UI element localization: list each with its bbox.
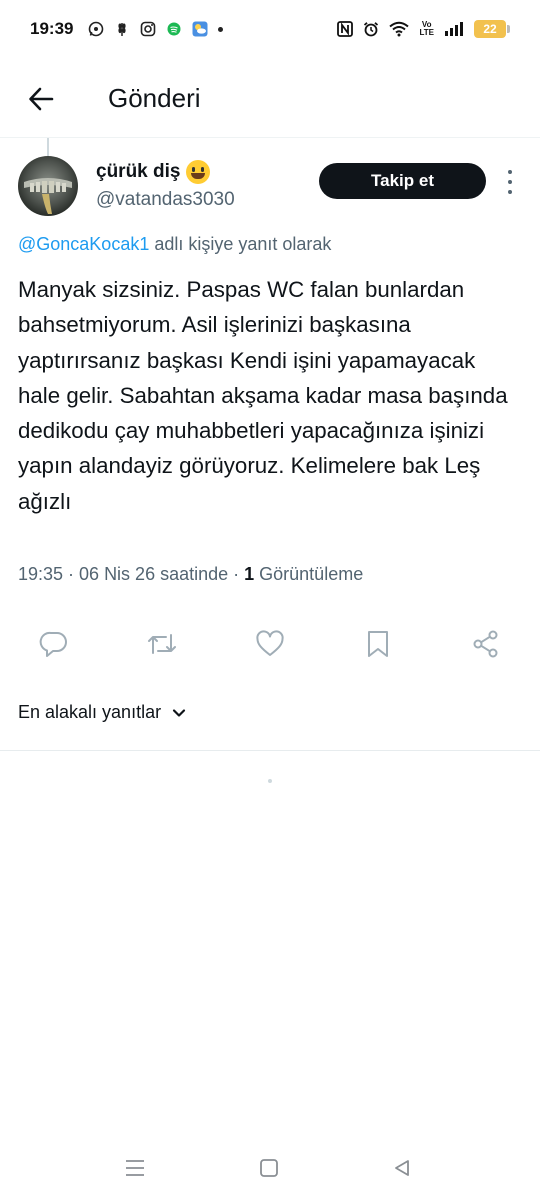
like-icon xyxy=(256,630,284,656)
battery-level: 22 xyxy=(483,22,497,36)
view-count: 1 xyxy=(244,564,255,584)
more-options-button[interactable] xyxy=(502,170,518,194)
page-title: Gönderi xyxy=(108,83,201,113)
share-icon xyxy=(473,630,498,658)
reply-button[interactable] xyxy=(38,628,70,660)
more-dot-icon xyxy=(508,180,512,184)
reply-icon xyxy=(39,631,67,657)
triangle-back-icon xyxy=(395,1160,409,1176)
nfc-icon xyxy=(337,21,354,37)
more-dot-icon xyxy=(508,190,512,194)
user-handle[interactable]: @vatandas3030 xyxy=(96,189,235,211)
back-button[interactable] xyxy=(24,82,58,116)
display-name[interactable]: çürük diş xyxy=(96,160,211,184)
arrow-left-icon xyxy=(29,87,54,111)
whatsapp-icon xyxy=(88,21,104,37)
display-name-text: çürük diş xyxy=(96,161,181,182)
post-meta: 19:35 · 06 Nis 26 saatinde · 1 Görüntüle… xyxy=(18,564,363,585)
reply-to-context: @GoncaKocak1 adlı kişiye yanıt olarak xyxy=(18,234,331,255)
status-bar: 19:39 Vo LTE 22 xyxy=(0,0,540,64)
view-label: Görüntüleme xyxy=(254,564,364,584)
home-button[interactable] xyxy=(255,1154,283,1182)
reply-to-suffix: adlı kişiye yanıt olarak xyxy=(149,234,332,254)
status-time: 19:39 xyxy=(30,19,74,38)
replies-sort-dropdown[interactable]: En alakalı yanıtlar xyxy=(18,702,187,723)
notification-icons xyxy=(88,21,223,37)
app-header: Gönderi xyxy=(0,64,540,138)
like-button[interactable] xyxy=(254,628,286,660)
bookmark-button[interactable] xyxy=(362,628,394,660)
wifi-icon xyxy=(389,21,410,37)
wheat-icon xyxy=(118,23,126,36)
bookmark-icon xyxy=(368,631,388,657)
more-notifications-icon xyxy=(218,26,223,32)
system-icons: Vo LTE 22 xyxy=(337,20,510,38)
post-text: Manyak sizsiniz. Paspas WC falan bunlard… xyxy=(18,277,508,514)
square-icon xyxy=(260,1159,278,1177)
post-actions xyxy=(0,622,540,666)
system-navigation-bar xyxy=(0,1140,540,1199)
share-button[interactable] xyxy=(470,628,502,660)
chevron-down-icon xyxy=(172,708,186,717)
instagram-icon xyxy=(140,21,156,37)
volte-bottom-label: LTE xyxy=(419,28,434,37)
battery-icon: 22 xyxy=(474,20,510,38)
menu-lines-icon xyxy=(126,1160,144,1176)
sort-label: En alakalı yanıtlar xyxy=(18,702,162,722)
thread-connector xyxy=(47,138,49,156)
alarm-icon xyxy=(364,22,379,37)
follow-button[interactable]: Takip et xyxy=(319,163,486,199)
volte-icon: Vo LTE xyxy=(419,21,434,37)
weather-icon xyxy=(192,21,208,37)
grinning-face-emoji-icon xyxy=(186,160,211,184)
signal-icon xyxy=(445,22,463,36)
reply-to-mention-link[interactable]: @GoncaKocak1 xyxy=(18,234,149,254)
loading-indicator xyxy=(268,779,272,783)
avatar[interactable] xyxy=(18,156,78,216)
repost-button[interactable] xyxy=(146,628,178,660)
more-dot-icon xyxy=(508,170,512,174)
divider xyxy=(0,750,540,751)
recents-button[interactable] xyxy=(121,1154,149,1182)
back-system-button[interactable] xyxy=(388,1154,416,1182)
avatar-image xyxy=(18,156,78,216)
spotify-icon xyxy=(167,22,181,36)
repost-icon xyxy=(148,634,176,654)
post-timestamp[interactable]: 19:35 · 06 Nis 26 saatinde · xyxy=(18,564,244,584)
